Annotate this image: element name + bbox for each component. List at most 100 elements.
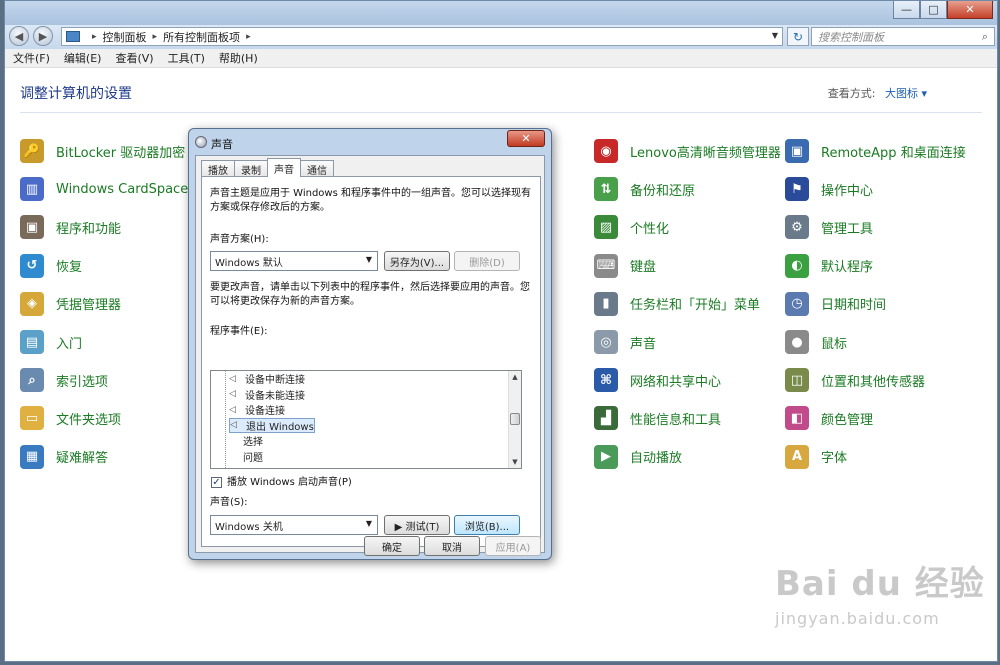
search-icon[interactable]: ⌕	[982, 30, 988, 44]
cp-item[interactable]: ▨ 个性化	[594, 215, 669, 240]
cp-item[interactable]: ▮ 任务栏和「开始」菜单	[594, 291, 760, 316]
color-mgmt-icon: ◧	[785, 406, 809, 431]
dialog-body: 播放 录制 声音 通信 声音主题是应用于 Windows 和程序事件中的一组声音…	[195, 155, 545, 556]
cp-item[interactable]: ⌕ 索引选项	[20, 368, 108, 393]
menu-help[interactable]: 帮助(H)	[219, 50, 258, 66]
apply-button[interactable]: 应用(A)	[485, 536, 541, 556]
address-bar[interactable]: ▸ 控制面板 ▸ 所有控制面板项 ▸ ▼	[61, 27, 783, 46]
speaker-icon: ◁	[229, 404, 236, 415]
cp-item[interactable]: ▤ 入门	[20, 330, 82, 354]
startup-sound-checkbox[interactable]: ✓	[211, 477, 222, 488]
scroll-down-icon[interactable]: ▼	[509, 456, 521, 468]
page-title: 调整计算机的设置	[20, 86, 132, 102]
cp-item[interactable]: ▶ 自动播放	[594, 444, 682, 469]
cp-item[interactable]: ⌘ 网络和共享中心	[594, 368, 722, 393]
cp-item[interactable]: ◧ 颜色管理	[785, 406, 873, 431]
view-by-dropdown[interactable]: 大图标 ▾	[885, 87, 927, 100]
scheme-select[interactable]: Windows 默认 ▼	[210, 251, 378, 271]
save-as-button[interactable]: 另存为(V)...	[384, 251, 450, 271]
cp-item[interactable]: ↺ 恢复	[20, 253, 82, 278]
cp-item[interactable]: ◈ 凭据管理器	[20, 291, 121, 316]
cp-item[interactable]: A 字体	[785, 444, 847, 469]
event-row[interactable]: 选择	[243, 433, 263, 448]
menu-edit[interactable]: 编辑(E)	[64, 50, 102, 66]
cp-item[interactable]: ◎ 声音	[594, 330, 656, 354]
event-row[interactable]: ◁ 设备中断连接	[229, 371, 305, 387]
scroll-up-icon[interactable]: ▲	[509, 371, 521, 383]
cp-item[interactable]: ⇅ 备份和还原	[594, 177, 696, 202]
cp-item[interactable]: ◐ 默认程序	[785, 253, 874, 278]
cp-item-label: Lenovo高清晰音频管理器	[630, 145, 781, 161]
tab-communications[interactable]: 通信	[300, 160, 334, 177]
speaker-icon: ◁	[229, 373, 236, 384]
watermark-url: jingyan.baidu.com	[775, 609, 940, 628]
dialog-close-button[interactable]: ✕	[507, 130, 545, 147]
cancel-button[interactable]: 取消	[424, 536, 480, 556]
tab-sounds[interactable]: 声音	[267, 158, 301, 177]
close-button[interactable]: ✕	[947, 1, 993, 19]
program-events-list[interactable]: ◁ 设备中断连接 ◁ 设备未能连接 ◁ 设备连接 ◁ 退出 Windows 选择问题 ▲ ▼	[210, 370, 522, 469]
maximize-button[interactable]: □	[920, 1, 947, 19]
cp-item[interactable]: ▟ 性能信息和工具	[594, 406, 721, 431]
breadcrumb-control-panel[interactable]: 控制面板	[103, 29, 147, 45]
browse-button[interactable]: 浏览(B)...	[454, 515, 520, 535]
startup-sound-label[interactable]: 播放 Windows 启动声音(P)	[227, 476, 352, 490]
cp-item[interactable]: ◉ Lenovo高清晰音频管理器	[594, 139, 781, 163]
back-arrow-icon: ◀	[14, 29, 24, 43]
font-icon: A	[785, 444, 809, 469]
cp-item-label: 网络和共享中心	[630, 374, 722, 390]
cp-item[interactable]: ⚑ 操作中心	[785, 177, 874, 202]
cp-item[interactable]: ▥ Windows CardSpace	[20, 177, 188, 202]
cp-item[interactable]: ◫ 位置和其他传感器	[785, 368, 925, 393]
cp-item[interactable]: ▣ 程序和功能	[20, 215, 121, 240]
cp-item-label: BitLocker 驱动器加密	[56, 145, 186, 161]
cp-item-label: 操作中心	[821, 183, 874, 199]
sound-select[interactable]: Windows 关机 ▼	[210, 515, 378, 535]
title-bar[interactable]: — □ ✕	[5, 1, 997, 25]
back-button[interactable]: ◀	[9, 26, 29, 46]
menu-tools[interactable]: 工具(T)	[168, 50, 205, 66]
cp-item[interactable]: ◷ 日期和时间	[785, 291, 887, 316]
forward-button[interactable]: ▶	[33, 26, 53, 46]
event-row[interactable]: ◁ 设备连接	[229, 402, 285, 418]
cp-item-label: 默认程序	[821, 260, 874, 276]
event-row[interactable]: ◁ 设备未能连接	[229, 387, 305, 402]
minimize-button[interactable]: —	[893, 1, 920, 19]
tab-playback[interactable]: 播放	[201, 160, 235, 177]
keyboard-icon: ⌨	[594, 253, 618, 278]
address-dropdown-icon[interactable]: ▼	[772, 31, 778, 40]
admin-tools-icon: ⚙	[785, 215, 809, 240]
cp-item[interactable]: 🔑 BitLocker 驱动器加密	[20, 139, 185, 163]
scroll-thumb[interactable]	[510, 413, 520, 425]
cp-item[interactable]: ● 鼠标	[785, 330, 847, 354]
cp-item[interactable]: ▣ RemoteApp 和桌面连接	[785, 139, 966, 163]
refresh-button[interactable]: ↻	[787, 27, 809, 46]
cp-item[interactable]: ⌨ 键盘	[594, 253, 656, 278]
cp-item[interactable]: ▭ 文件夹选项	[20, 406, 121, 431]
cp-item[interactable]: ▦ 疑难解答	[20, 444, 108, 469]
ok-button[interactable]: 确定	[364, 536, 420, 556]
menu-file[interactable]: 文件(F)	[13, 50, 50, 66]
menu-bar: 文件(F) 编辑(E) 查看(V) 工具(T) 帮助(H)	[5, 49, 997, 68]
baidu-watermark: Bai du 经验 jingyan.baidu.com	[775, 556, 985, 628]
audio-manager-icon: ◉	[594, 139, 618, 163]
view-by: 查看方式: 大图标 ▾	[828, 85, 927, 101]
scheme-select-value: Windows 默认	[215, 257, 283, 269]
event-row[interactable]: 问题	[243, 449, 263, 464]
test-button[interactable]: ▶ 测试(T)	[384, 515, 450, 535]
menu-view[interactable]: 查看(V)	[115, 50, 153, 66]
sounds-tab-panel: 声音主题是应用于 Windows 和程序事件中的一组声音。您可以选择现有方案或保…	[201, 176, 541, 547]
tab-recording[interactable]: 录制	[234, 160, 268, 177]
search-input[interactable]: 搜索控制面板 ⌕	[811, 27, 995, 46]
breadcrumb-all-items[interactable]: 所有控制面板项	[163, 29, 240, 45]
cp-item-label: 备份和还原	[630, 183, 696, 199]
event-label: 问题	[243, 452, 263, 464]
events-scrollbar[interactable]: ▲ ▼	[508, 371, 521, 468]
delete-button[interactable]: 删除(D)	[454, 251, 520, 271]
cp-item[interactable]: ⚙ 管理工具	[785, 215, 873, 240]
event-row[interactable]: ◁ 退出 Windows	[229, 417, 315, 433]
scheme-label: 声音方案(H):	[210, 234, 269, 245]
backup-icon: ⇅	[594, 177, 618, 202]
default-programs-icon: ◐	[785, 253, 809, 278]
cp-item-label: 日期和时间	[821, 298, 887, 314]
